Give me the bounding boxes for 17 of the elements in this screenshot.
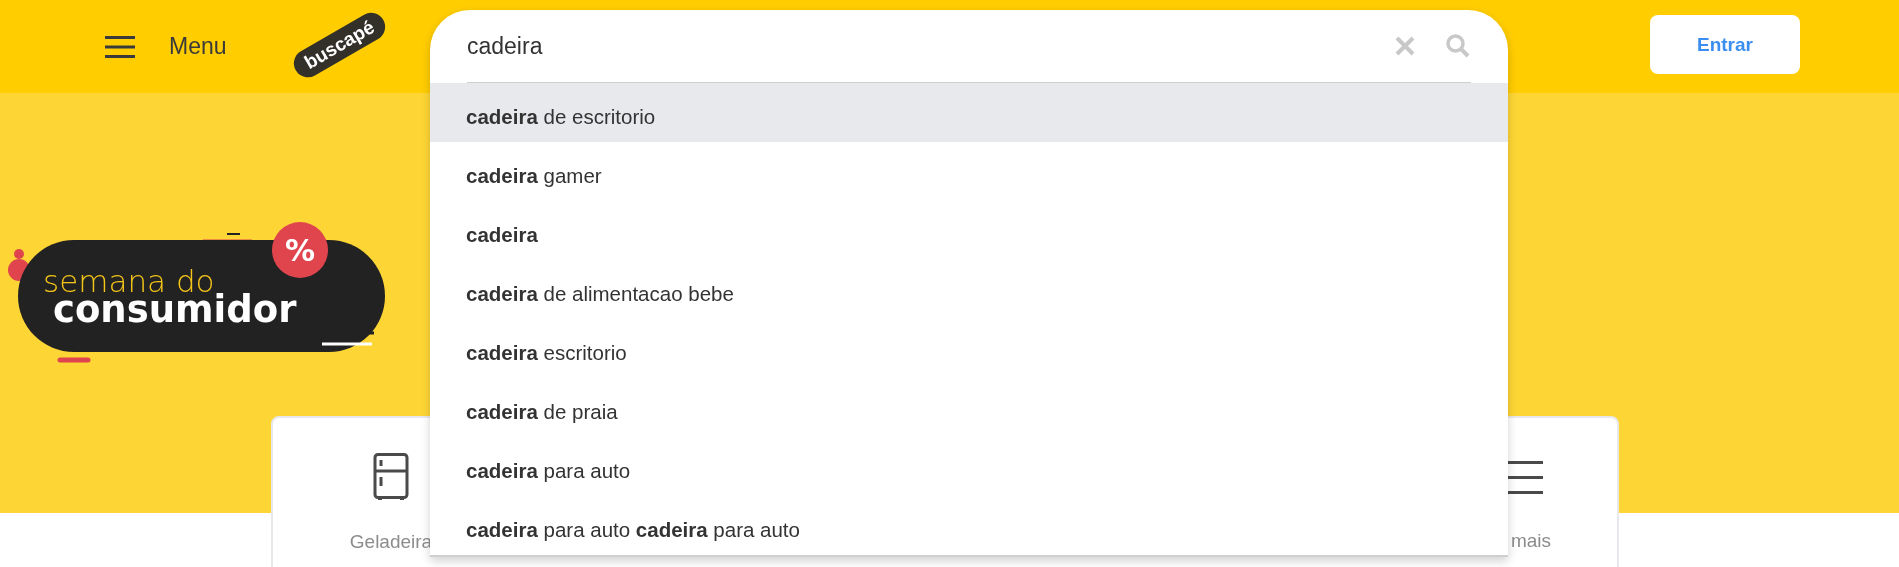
suggestion-item[interactable]: cadeira de praia — [430, 378, 1508, 437]
search-button[interactable] — [1445, 33, 1471, 59]
suggestion-item[interactable]: cadeira gamer — [430, 142, 1508, 201]
suggestion-item[interactable]: cadeira escritorio — [430, 319, 1508, 378]
suggestion-item[interactable]: cadeira de alimentacao bebe — [430, 260, 1508, 319]
percent-sign: % — [284, 233, 316, 268]
category-label: mais — [1510, 530, 1551, 552]
suggestion-item[interactable]: cadeira de escritorio — [430, 83, 1508, 142]
fridge-icon — [373, 453, 409, 501]
menu-button[interactable]: Menu — [105, 33, 227, 60]
accent-line — [322, 342, 372, 346]
discount-badge — [272, 222, 328, 278]
clear-button[interactable] — [1395, 36, 1415, 56]
suggestion-item[interactable]: cadeira — [430, 201, 1508, 260]
menu-icon — [105, 35, 135, 58]
category-label: Geladeira — [349, 531, 433, 553]
search-field[interactable]: cadeira — [467, 32, 1365, 60]
